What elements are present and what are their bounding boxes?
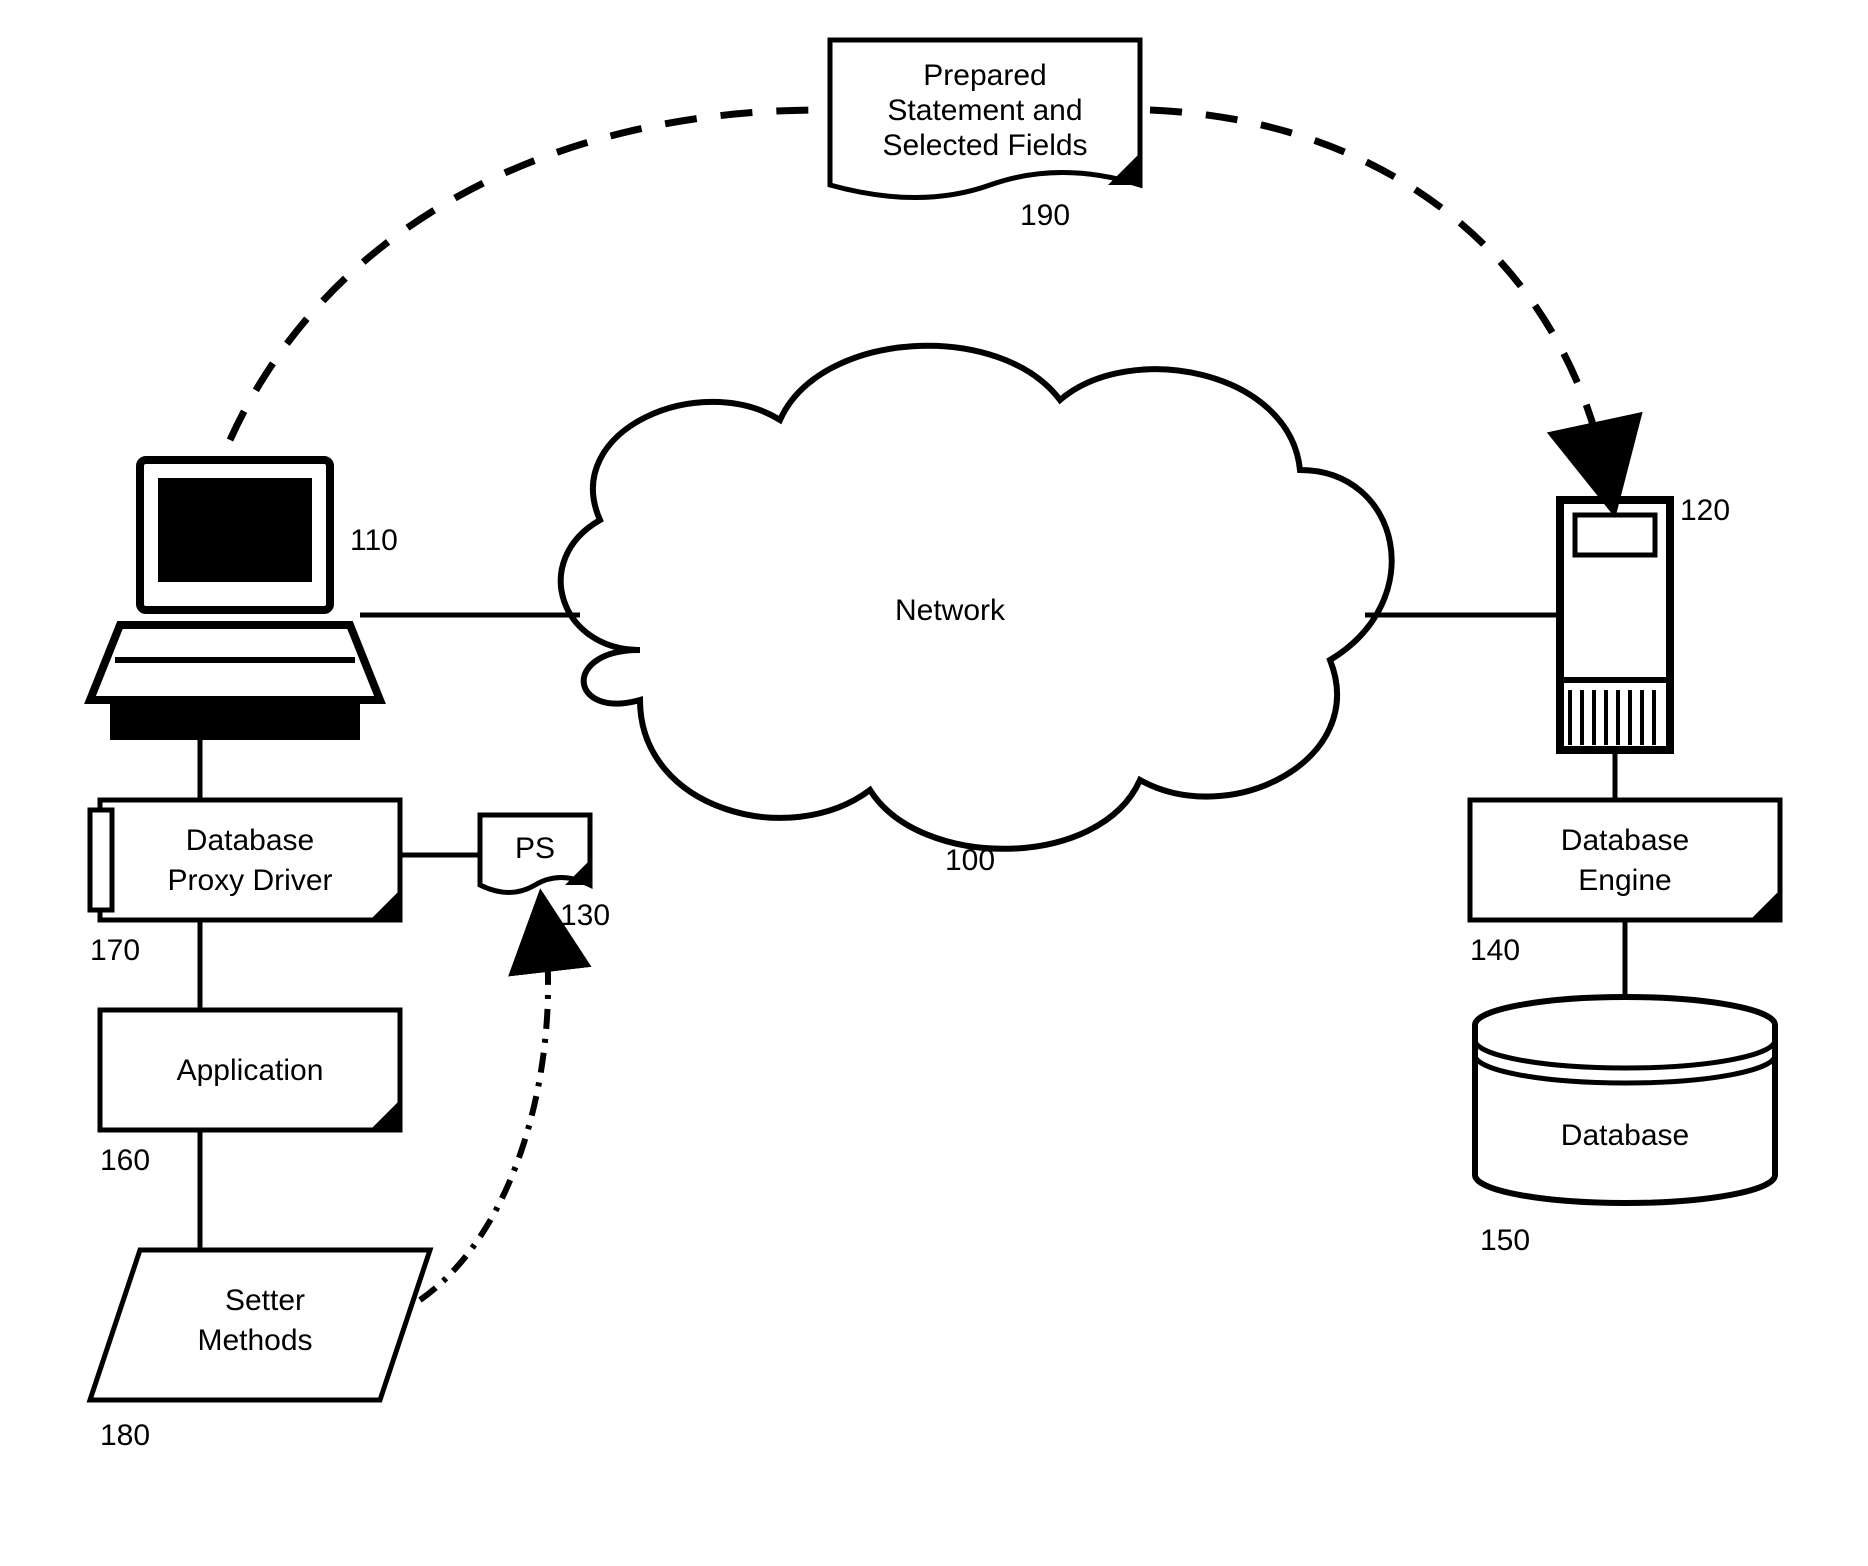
prepared-label-2: Statement and [887, 94, 1082, 127]
proxy-driver-box: Database Proxy Driver 170 [90, 800, 400, 967]
setter-methods-parallelogram: Setter Methods 180 [90, 1250, 430, 1452]
prepared-ref: 190 [1020, 199, 1070, 232]
network-label: Network [895, 594, 1006, 627]
setter-methods-label-2: Methods [197, 1324, 312, 1357]
database-cylinder-icon: Database 150 [1475, 997, 1775, 1257]
client-ref: 110 [350, 524, 398, 557]
ps-ref: 130 [560, 899, 610, 932]
server-icon: 120 [1560, 494, 1730, 750]
db-engine-label-2: Engine [1578, 864, 1671, 897]
database-ref: 150 [1480, 1224, 1530, 1257]
ps-document-icon: PS 130 [480, 815, 610, 932]
application-ref: 160 [100, 1144, 150, 1177]
proxy-driver-ref: 170 [90, 934, 140, 967]
prepared-label-3: Selected Fields [882, 129, 1087, 162]
application-label: Application [177, 1054, 324, 1087]
server-ref: 120 [1680, 494, 1730, 527]
application-box: Application 160 [100, 1010, 400, 1177]
client-computer-icon: 110 [90, 460, 398, 740]
network-cloud: Network 100 [561, 346, 1392, 877]
solid-connectors [200, 615, 1625, 1250]
setter-methods-ref: 180 [100, 1419, 150, 1452]
setter-methods-label-1: Setter [225, 1284, 305, 1317]
prepared-label-1: Prepared [923, 59, 1046, 92]
prepared-statement-document-icon: Prepared Statement and Selected Fields 1… [830, 40, 1140, 232]
dashdot-setter-ps [420, 930, 548, 1300]
db-engine-ref: 140 [1470, 934, 1520, 967]
network-ref: 100 [945, 844, 995, 877]
database-label: Database [1561, 1119, 1689, 1152]
proxy-driver-label-1: Database [186, 824, 314, 857]
db-engine-label-1: Database [1561, 824, 1689, 857]
proxy-driver-label-2: Proxy Driver [167, 864, 332, 897]
system-diagram: Network 100 110 120 [0, 0, 1868, 1566]
ps-label: PS [515, 832, 555, 865]
